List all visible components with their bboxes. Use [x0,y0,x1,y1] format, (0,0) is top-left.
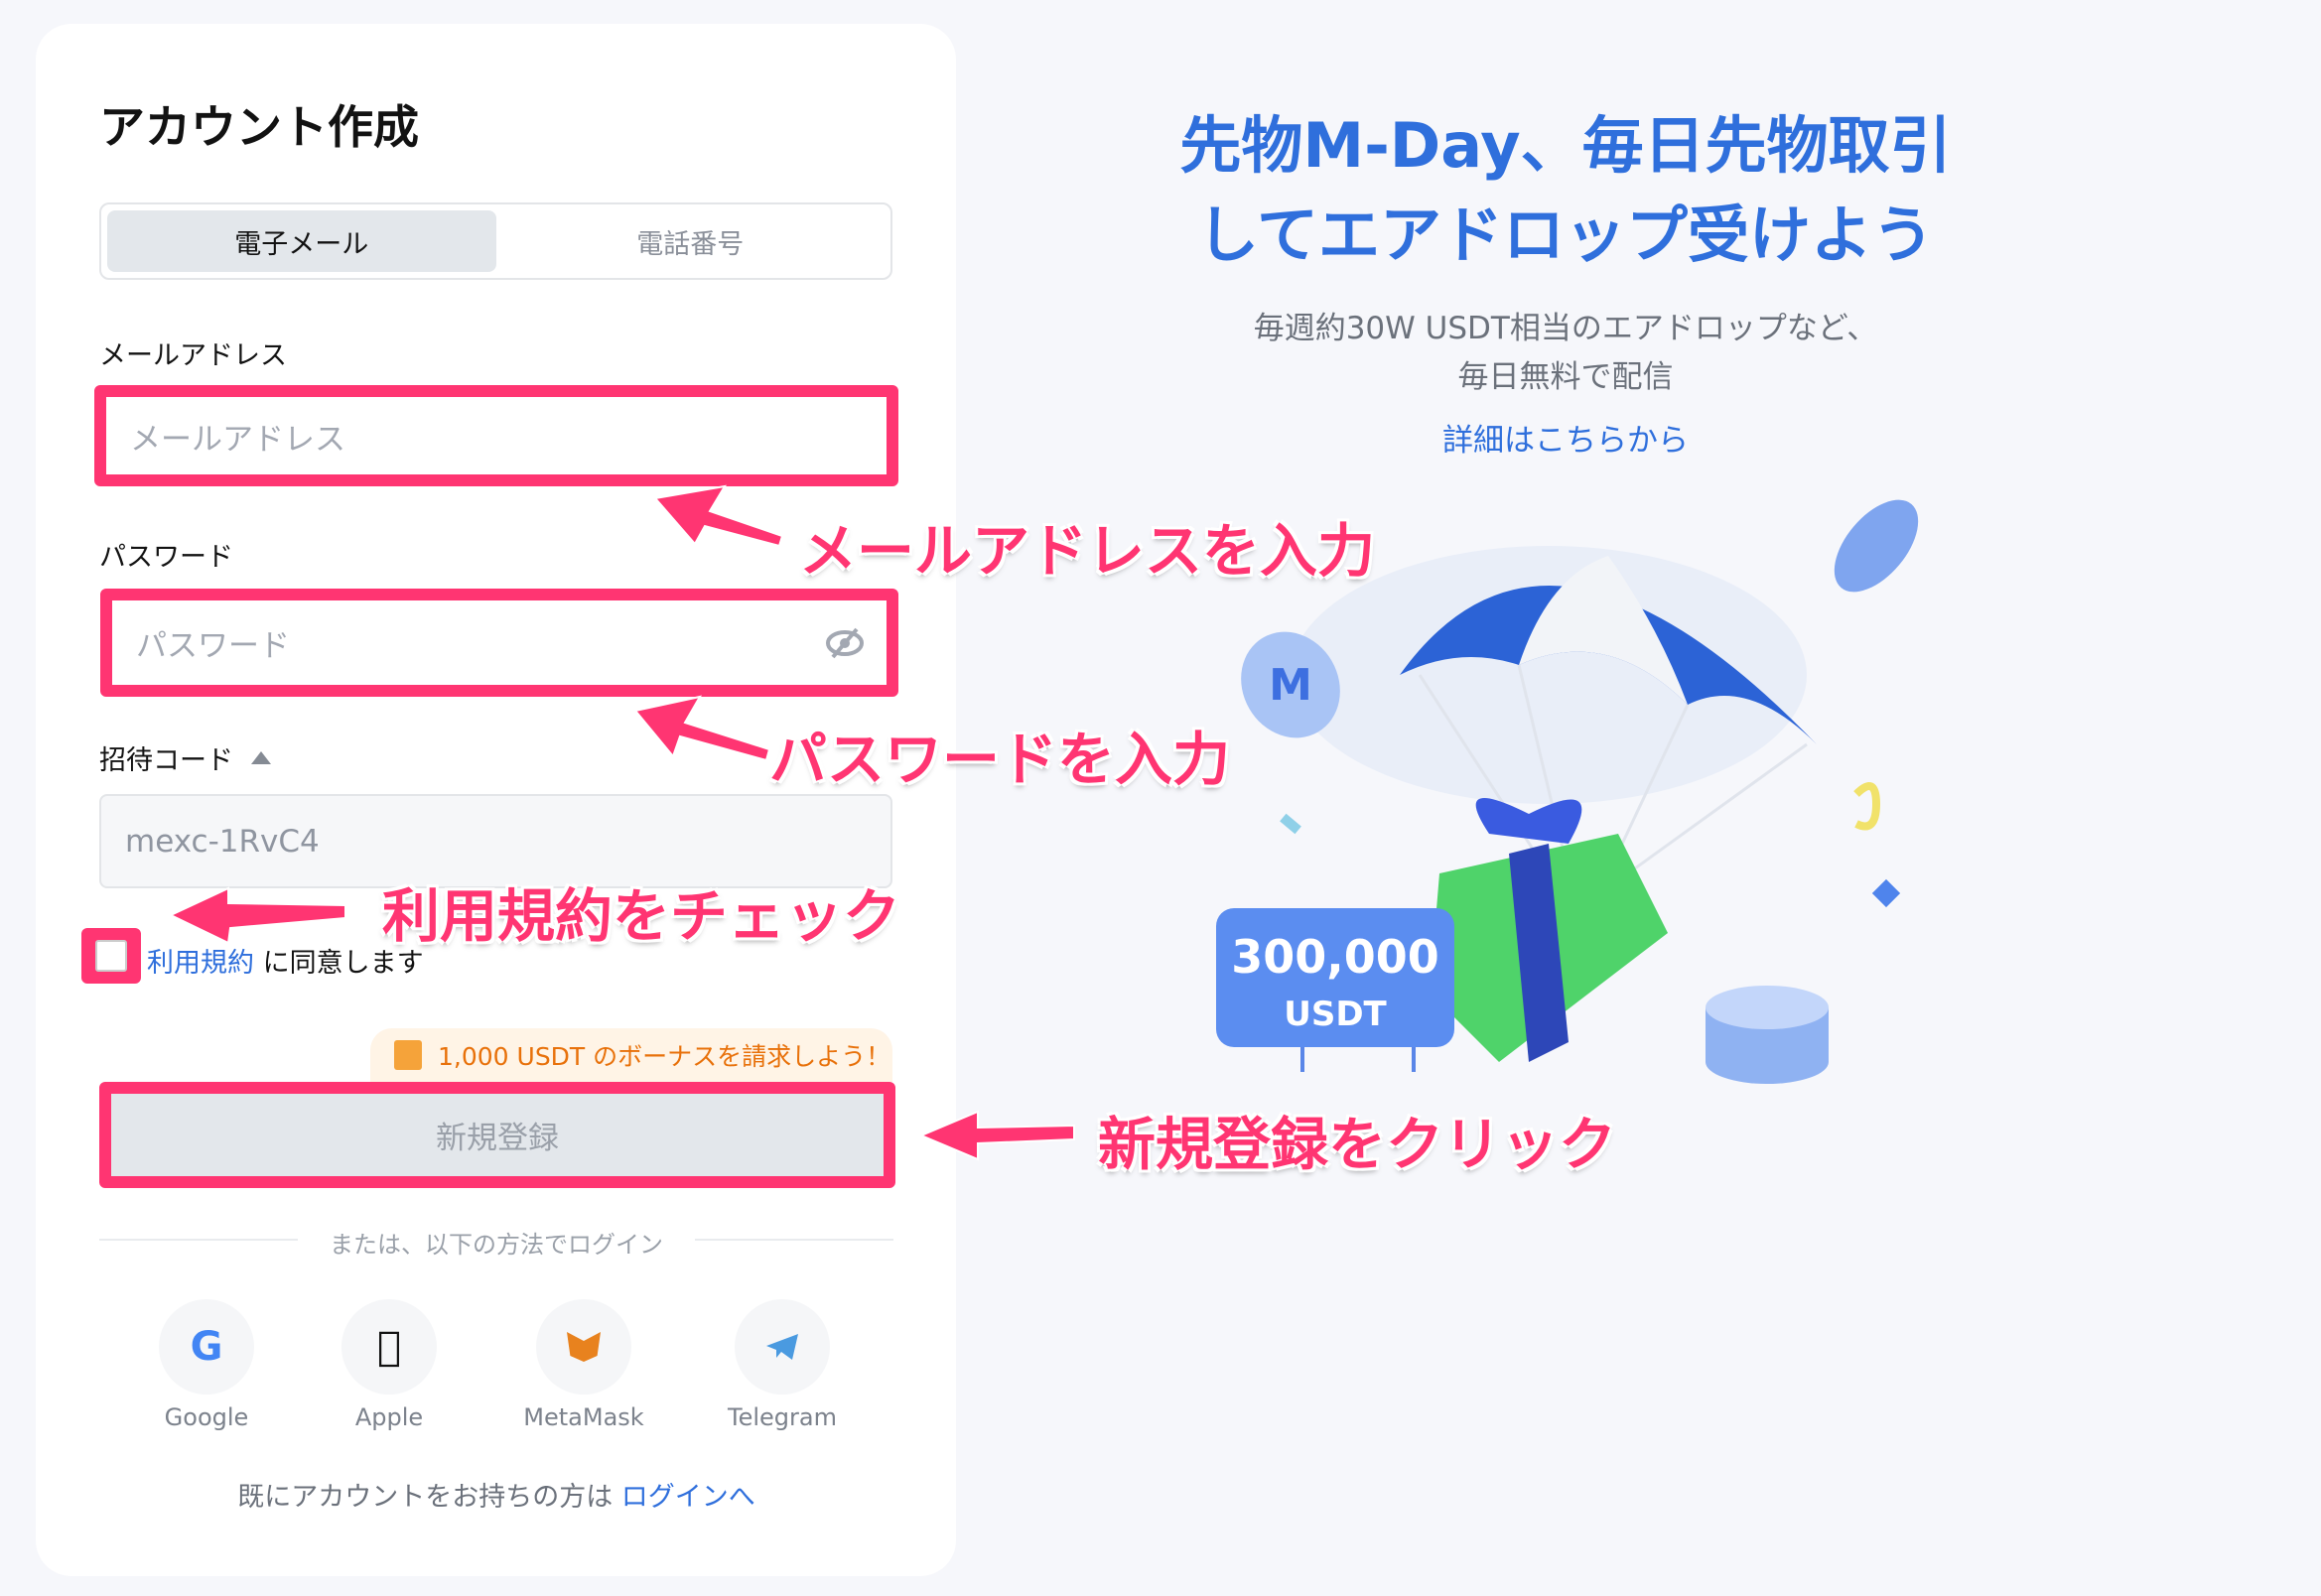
arrow-icon [653,484,784,548]
arrow-icon [918,1110,1075,1161]
annotation-terms: 利用規約をチェック [382,882,901,950]
annotation-register: 新規登録をクリック [1098,1111,1617,1178]
annotation-password: パスワードを入力 [769,726,1231,793]
arrow-icon [633,695,771,762]
annotation-email: メールアドレスを入力 [799,517,1376,585]
annotation-arrows [168,484,1075,1161]
arrow-icon [168,886,346,945]
